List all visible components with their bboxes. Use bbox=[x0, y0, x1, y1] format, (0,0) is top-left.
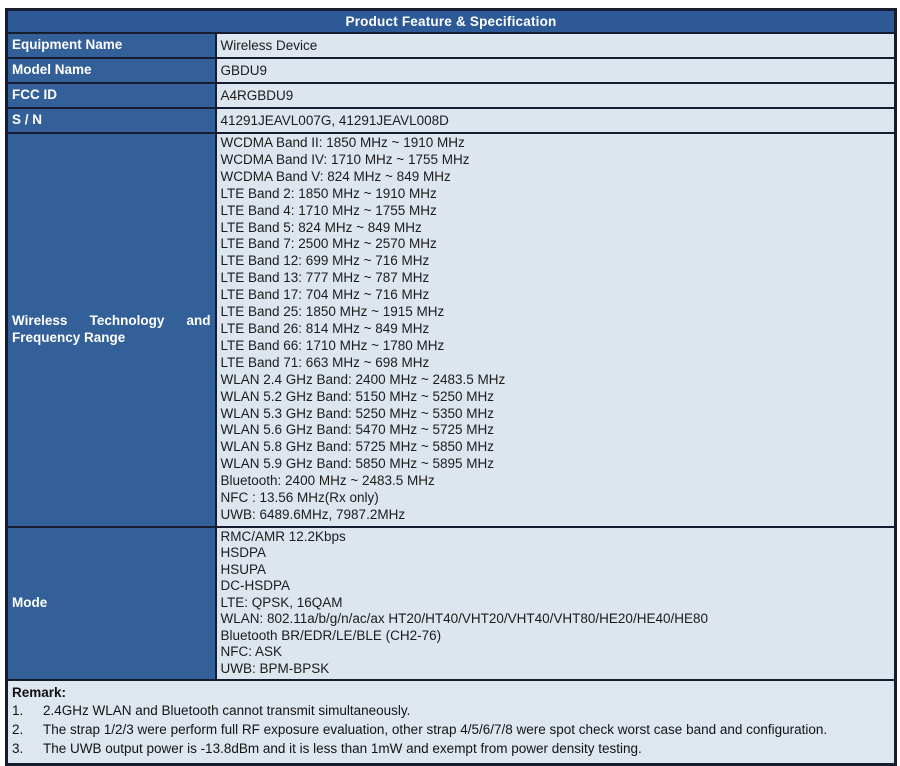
mode-line: HSDPA bbox=[221, 545, 892, 562]
frequency-line: LTE Band 5: 824 MHz ~ 849 MHz bbox=[221, 220, 892, 237]
frequency-line: WLAN 5.3 GHz Band: 5250 MHz ~ 5350 MHz bbox=[221, 406, 892, 423]
frequency-line: LTE Band 66: 1710 MHz ~ 1780 MHz bbox=[221, 338, 892, 355]
remark-row: Remark: 1.2.4GHz WLAN and Bluetooth cann… bbox=[7, 680, 896, 764]
mode-line: UWB: BPM-BPSK bbox=[221, 661, 892, 678]
mode-line: NFC: ASK bbox=[221, 644, 892, 661]
frequency-line: NFC : 13.56 MHz(Rx only) bbox=[221, 490, 892, 507]
mode-row-label: Mode bbox=[7, 527, 216, 681]
spec-row-model-name: Model NameGBDU9 bbox=[7, 58, 896, 83]
remark-heading: Remark: bbox=[12, 683, 888, 702]
frequency-line: LTE Band 25: 1850 MHz ~ 1915 MHz bbox=[221, 304, 892, 321]
mode-row: Mode RMC/AMR 12.2KbpsHSDPAHSUPADC-HSDPAL… bbox=[7, 527, 896, 681]
mode-line: HSUPA bbox=[221, 562, 892, 579]
remark-item-number: 2. bbox=[12, 721, 43, 740]
spec-row-s-n: S / N41291JEAVL007G, 41291JEAVL008D bbox=[7, 108, 896, 133]
frequency-row-value: WCDMA Band II: 1850 MHz ~ 1910 MHzWCDMA … bbox=[216, 133, 896, 527]
frequency-line: WLAN 5.8 GHz Band: 5725 MHz ~ 5850 MHz bbox=[221, 439, 892, 456]
spec-row-value: GBDU9 bbox=[216, 58, 896, 83]
remark-item-number: 3. bbox=[12, 740, 43, 759]
frequency-line: LTE Band 12: 699 MHz ~ 716 MHz bbox=[221, 253, 892, 270]
spec-row-label: Equipment Name bbox=[7, 33, 216, 58]
remark-item-text: 2.4GHz WLAN and Bluetooth cannot transmi… bbox=[43, 702, 888, 721]
frequency-line: LTE Band 17: 704 MHz ~ 716 MHz bbox=[221, 287, 892, 304]
remark-item: 1.2.4GHz WLAN and Bluetooth cannot trans… bbox=[12, 702, 888, 721]
frequency-line: LTE Band 7: 2500 MHz ~ 2570 MHz bbox=[221, 236, 892, 253]
frequency-line: WLAN 5.2 GHz Band: 5150 MHz ~ 5250 MHz bbox=[221, 389, 892, 406]
frequency-line: WLAN 5.6 GHz Band: 5470 MHz ~ 5725 MHz bbox=[221, 422, 892, 439]
table-header-row: Product Feature & Specification bbox=[7, 10, 896, 34]
frequency-line: WCDMA Band V: 824 MHz ~ 849 MHz bbox=[221, 169, 892, 186]
frequency-line: LTE Band 2: 1850 MHz ~ 1910 MHz bbox=[221, 186, 892, 203]
frequency-line: UWB: 6489.6MHz, 7987.2MHz bbox=[221, 507, 892, 524]
frequency-line: LTE Band 13: 777 MHz ~ 787 MHz bbox=[221, 270, 892, 287]
remark-cell: Remark: 1.2.4GHz WLAN and Bluetooth cann… bbox=[7, 680, 896, 764]
mode-line: Bluetooth BR/EDR/LE/BLE (CH2-76) bbox=[221, 628, 892, 645]
spec-row-label: Model Name bbox=[7, 58, 216, 83]
product-spec-table: Product Feature & Specification Equipmen… bbox=[5, 8, 897, 766]
mode-line: LTE: QPSK, 16QAM bbox=[221, 595, 892, 612]
spec-row-value: A4RGBDU9 bbox=[216, 83, 896, 108]
spec-row-fcc-id: FCC IDA4RGBDU9 bbox=[7, 83, 896, 108]
table-title: Product Feature & Specification bbox=[7, 10, 896, 34]
remark-item-number: 1. bbox=[12, 702, 43, 721]
spec-row-label: FCC ID bbox=[7, 83, 216, 108]
spec-row-label: S / N bbox=[7, 108, 216, 133]
frequency-line: WLAN 5.9 GHz Band: 5850 MHz ~ 5895 MHz bbox=[221, 456, 892, 473]
remark-item-text: The strap 1/2/3 were perform full RF exp… bbox=[43, 721, 888, 740]
frequency-line: LTE Band 4: 1710 MHz ~ 1755 MHz bbox=[221, 203, 892, 220]
mode-line: RMC/AMR 12.2Kbps bbox=[221, 529, 892, 546]
frequency-line: WLAN 2.4 GHz Band: 2400 MHz ~ 2483.5 MHz bbox=[221, 372, 892, 389]
spec-row-value: 41291JEAVL007G, 41291JEAVL008D bbox=[216, 108, 896, 133]
frequency-line: WCDMA Band II: 1850 MHz ~ 1910 MHz bbox=[221, 135, 892, 152]
spec-row-equipment-name: Equipment NameWireless Device bbox=[7, 33, 896, 58]
spec-row-value: Wireless Device bbox=[216, 33, 896, 58]
frequency-line: Bluetooth: 2400 MHz ~ 2483.5 MHz bbox=[221, 473, 892, 490]
remark-item: 3.The UWB output power is -13.8dBm and i… bbox=[12, 740, 888, 759]
frequency-row: Wireless Technology and Frequency Range … bbox=[7, 133, 896, 527]
frequency-row-label: Wireless Technology and Frequency Range bbox=[7, 133, 216, 527]
frequency-line: LTE Band 26: 814 MHz ~ 849 MHz bbox=[221, 321, 892, 338]
remark-item-text: The UWB output power is -13.8dBm and it … bbox=[43, 740, 888, 759]
mode-line: DC-HSDPA bbox=[221, 578, 892, 595]
frequency-line: LTE Band 71: 663 MHz ~ 698 MHz bbox=[221, 355, 892, 372]
mode-line: WLAN: 802.11a/b/g/n/ac/ax HT20/HT40/VHT2… bbox=[221, 611, 892, 628]
remark-item: 2.The strap 1/2/3 were perform full RF e… bbox=[12, 721, 888, 740]
mode-row-value: RMC/AMR 12.2KbpsHSDPAHSUPADC-HSDPALTE: Q… bbox=[216, 527, 896, 681]
frequency-line: WCDMA Band IV: 1710 MHz ~ 1755 MHz bbox=[221, 152, 892, 169]
document-page: Product Feature & Specification Equipmen… bbox=[0, 0, 900, 756]
